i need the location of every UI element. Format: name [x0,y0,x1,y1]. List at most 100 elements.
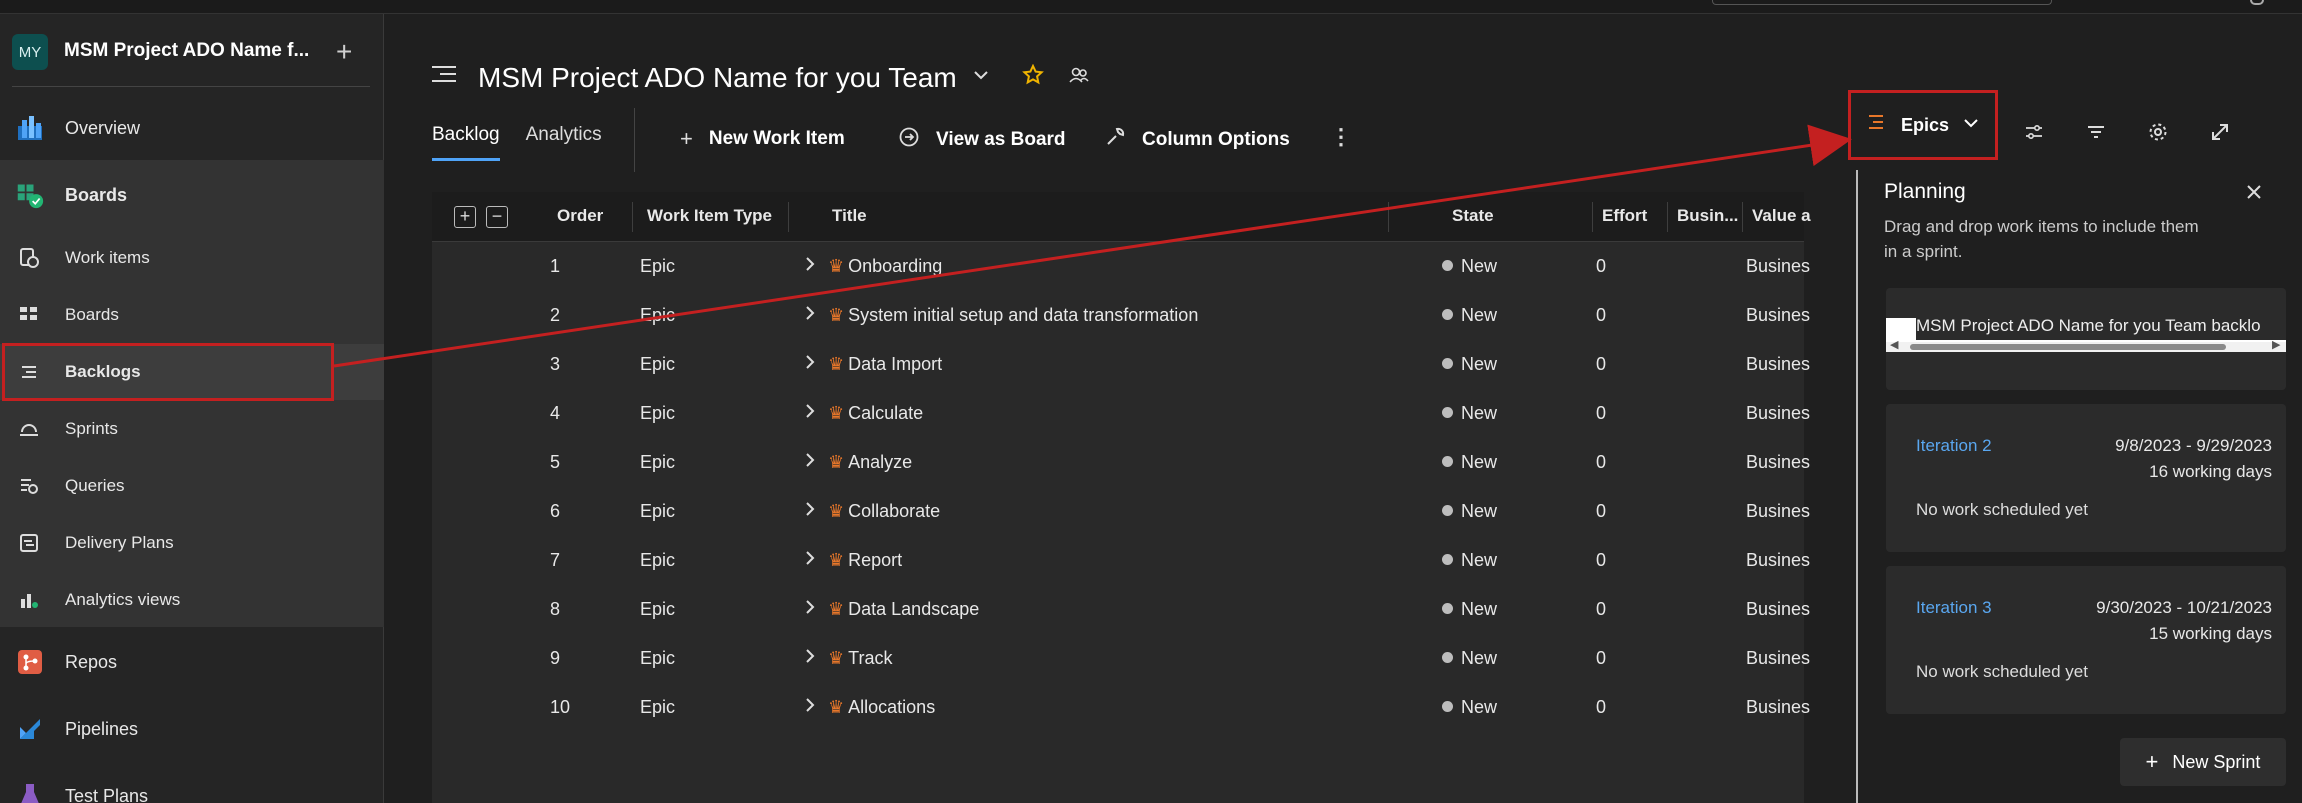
sidebar-item-sprints[interactable]: Sprints [0,401,384,457]
project-avatar[interactable]: MY [12,34,48,70]
backlog-card[interactable]: MSM Project ADO Name for you Team backlo… [1886,288,2286,390]
team-title[interactable]: MSM Project ADO Name for you Team [478,62,957,94]
row-title[interactable]: ♛ Track [828,648,892,669]
scrollbar-thumb[interactable] [1910,344,2226,350]
row-title-text: System initial setup and data transforma… [848,305,1199,325]
column-header-value-area[interactable]: Value a [1752,206,1811,226]
sidebar-item-delivery-plans[interactable]: Delivery Plans [0,515,384,571]
more-options-icon[interactable]: ⋮ [1330,124,1352,150]
iteration-card[interactable]: Iteration 2 9/8/2023 - 9/29/2023 16 work… [1886,404,2286,552]
sidebar-item-overview[interactable]: Overview [0,100,384,156]
row-title-text: Report [848,550,903,570]
sidebar-item-work-items[interactable]: Work items [0,230,384,286]
iteration-link[interactable]: Iteration 3 [1916,598,1992,618]
backlog-level-dropdown[interactable]: Epics [1848,90,1998,160]
sidebar-item-kanban-boards[interactable]: Boards [0,287,384,343]
column-header-state[interactable]: State [1452,206,1494,226]
expand-chevron-icon[interactable] [802,644,818,670]
chevron-down-icon[interactable] [972,66,990,90]
column-header-order[interactable]: Order [557,206,603,226]
horizontal-scrollbar[interactable]: ◀ ▶ [1886,339,2286,352]
expand-all-icon[interactable]: + [454,206,476,228]
table-row[interactable]: 1 Epic ♛ Onboarding New 0 Busines [432,242,1810,291]
new-sprint-button[interactable]: + New Sprint [2120,738,2286,786]
row-state-text: New [1461,697,1498,717]
row-title[interactable]: ♛ Calculate [828,403,923,424]
fullscreen-icon[interactable] [2206,118,2234,146]
scroll-left-icon[interactable]: ◀ [1890,338,1898,351]
row-state: New [1442,403,1497,424]
row-value-area: Busines [1746,501,1811,521]
queries-icon [18,475,40,497]
expand-chevron-icon[interactable] [802,595,818,621]
iteration-card[interactable]: Iteration 3 9/30/2023 - 10/21/2023 15 wo… [1886,566,2286,714]
column-header-work-item-type[interactable]: Work Item Type [647,206,772,226]
table-row[interactable]: 9 Epic ♛ Track New 0 Busines [432,634,1810,683]
sidebar-item-label: Delivery Plans [65,533,174,552]
column-header-effort[interactable]: Effort [1602,206,1647,226]
row-title[interactable]: ♛ Data Landscape [828,599,979,620]
collapse-all-icon[interactable]: − [486,206,508,228]
annotation-highlight-backlogs [2,343,334,401]
kanban-icon [18,304,40,326]
expand-chevron-icon[interactable] [802,497,818,523]
table-row[interactable]: 5 Epic ♛ Analyze New 0 Busines [432,438,1810,487]
epic-crown-icon: ♛ [828,305,845,325]
expand-chevron-icon[interactable] [802,546,818,572]
table-row[interactable]: 4 Epic ♛ Calculate New 0 Busines [432,389,1810,438]
row-order: 10 [550,697,571,717]
iteration-link[interactable]: Iteration 2 [1916,436,1992,456]
sidebar-item-repos[interactable]: Repos [0,634,384,690]
table-row[interactable]: 10 Epic ♛ Allocations New 0 Busines [432,683,1810,732]
row-title[interactable]: ♛ Onboarding [828,256,942,277]
sidebar-item-boards[interactable]: Boards [0,167,384,223]
table-row[interactable]: 8 Epic ♛ Data Landscape New 0 Busines [432,585,1810,634]
sidebar-item-queries[interactable]: Queries [0,458,384,514]
row-title[interactable]: ♛ Report [828,550,902,571]
row-title[interactable]: ♛ Analyze [828,452,912,473]
row-order: 6 [550,501,561,521]
analytics-views-icon [18,589,40,611]
close-icon[interactable] [2244,178,2264,209]
row-title[interactable]: ♛ Allocations [828,697,935,718]
expand-chevron-icon[interactable] [802,301,818,327]
table-row[interactable]: 2 Epic ♛ System initial setup and data tran… [432,291,1810,340]
expand-chevron-icon[interactable] [802,693,818,719]
row-title[interactable]: ♛ Collaborate [828,501,940,522]
backlog-card-title: MSM Project ADO Name for you Team backlo [1916,318,2286,340]
scroll-right-icon[interactable]: ▶ [2272,338,2280,351]
column-header-business-value[interactable]: Busin... [1677,206,1738,226]
iteration-working-days: 15 working days [2149,624,2272,643]
account-icon[interactable] [2250,0,2264,5]
add-icon[interactable]: + [336,36,352,68]
search-box[interactable] [1712,0,2052,5]
sidebar-item-test-plans[interactable]: Test Plans [0,768,384,803]
column-header-title[interactable]: Title [832,206,867,226]
tab-analytics[interactable]: Analytics [526,124,602,161]
favorite-star-icon[interactable] [1022,62,1044,93]
row-value-area: Busines [1746,648,1811,668]
sidebar-item-pipelines[interactable]: Pipelines [0,701,384,757]
project-name[interactable]: MSM Project ADO Name f... [64,40,309,62]
table-row[interactable]: 7 Epic ♛ Report New 0 Busines [432,536,1810,585]
team-members-icon[interactable] [1068,64,1090,92]
row-title-text: Collaborate [848,501,941,521]
row-value-area: Busines [1746,452,1811,472]
view-as-board-button[interactable]: View as Board [898,126,1066,154]
gear-icon[interactable] [2144,118,2172,146]
test-plans-icon [16,782,44,803]
row-title[interactable]: ♛ System initial setup and data transform… [828,305,1198,326]
expand-chevron-icon[interactable] [802,399,818,425]
new-work-item-button[interactable]: + New Work Item [680,126,845,152]
column-options-button[interactable]: Column Options [1104,126,1290,154]
expand-chevron-icon[interactable] [802,350,818,376]
expand-chevron-icon[interactable] [802,252,818,278]
row-title[interactable]: ♛ Data Import [828,354,942,375]
view-options-icon[interactable] [2020,118,2048,146]
sidebar-item-analytics-views[interactable]: Analytics views [0,572,384,628]
table-row[interactable]: 6 Epic ♛ Collaborate New 0 Busines [432,487,1810,536]
expand-chevron-icon[interactable] [802,448,818,474]
tab-backlog[interactable]: Backlog [432,124,500,161]
table-row[interactable]: 3 Epic ♛ Data Import New 0 Busines [432,340,1810,389]
filter-icon[interactable] [2082,118,2110,146]
